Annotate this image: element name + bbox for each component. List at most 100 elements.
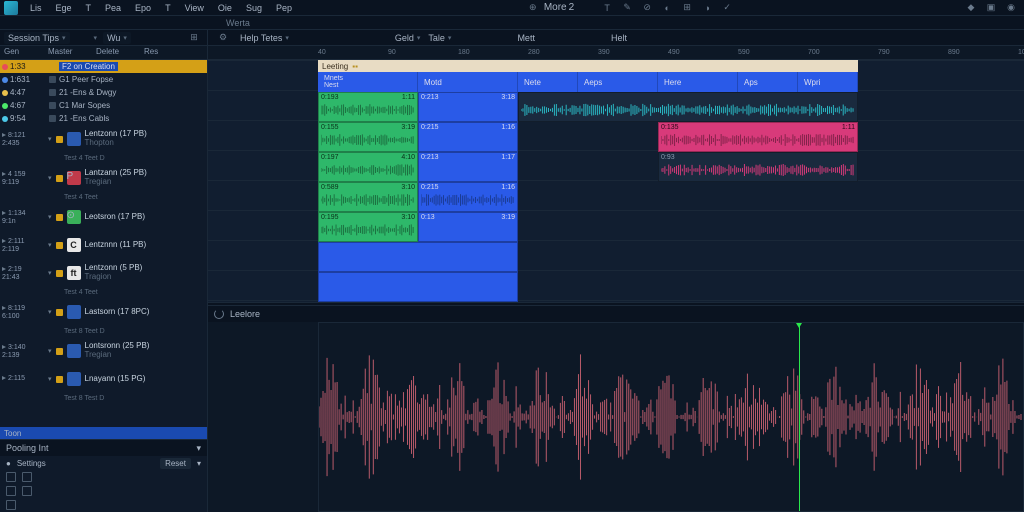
tool-icon-7[interactable]: ✓	[720, 1, 734, 15]
audio-clip[interactable]: 0:2151:16	[418, 182, 518, 212]
playhead[interactable]	[799, 323, 800, 511]
secondary-toolbar: Werta	[0, 16, 1024, 30]
audio-clip[interactable]	[518, 92, 858, 122]
refresh-icon[interactable]	[214, 309, 224, 319]
audio-clip[interactable]: 0:2133:18	[418, 92, 518, 122]
menu-item-5[interactable]: T	[159, 2, 177, 14]
ruler-mark: 700	[808, 49, 820, 56]
layout-icon-5[interactable]	[6, 500, 16, 510]
ruler-mark: 90	[388, 49, 396, 56]
marker-row[interactable]: 1:33F2 on Creation	[0, 60, 207, 73]
nav-dropdown-icon[interactable]: ▾	[94, 34, 98, 42]
audio-clip[interactable]: 0:1553:19	[318, 122, 418, 152]
audio-clip[interactable]	[318, 272, 518, 302]
layout-icon-3[interactable]	[6, 486, 16, 496]
menu-item-0[interactable]: Lis	[24, 2, 48, 14]
audio-clip[interactable]: 0:133:19	[418, 212, 518, 242]
tab-0[interactable]: Werta	[220, 18, 256, 28]
layout-icon-2[interactable]	[22, 472, 32, 482]
marker-row[interactable]: 4:67C1 Mar Sopes	[0, 99, 207, 112]
timeline-ruler[interactable]: 40901802803904905907007908901000	[208, 46, 1024, 60]
track-item[interactable]: 8:1196:100▾Lastsorn (17 8PC)	[0, 298, 207, 326]
settings-label: Settings	[17, 459, 46, 468]
audio-clip[interactable]: 0:2131:17	[418, 152, 518, 182]
menu-item-6[interactable]: View	[179, 2, 210, 14]
track-lane[interactable]	[318, 242, 1024, 272]
col-master[interactable]: Master	[44, 46, 92, 59]
tool-icon-6[interactable]: ◑	[700, 1, 714, 15]
tool-icon-1[interactable]: T	[600, 1, 614, 15]
more-count: 2	[569, 2, 575, 13]
track-lane[interactable]	[318, 272, 1024, 302]
opt-geld[interactable]: Geld▾	[395, 33, 421, 43]
menu-item-8[interactable]: Sug	[240, 2, 268, 14]
reset-button[interactable]: Reset	[160, 458, 191, 469]
track-lane[interactable]: 0:1553:190:2151:16 0:1351:11	[318, 122, 1024, 152]
opt-helt[interactable]: Helt	[611, 33, 627, 43]
main-menubar: Lis Ege T Pea Epo T View Oie Sug Pep ⊕ M…	[0, 0, 1024, 16]
audio-clip[interactable]: 0:5893:10	[318, 182, 418, 212]
help-dropdown[interactable]: Help Tetes▾	[240, 33, 289, 43]
audio-clip[interactable]: 0:1953:10	[318, 212, 418, 242]
region-title[interactable]: Leeting ▪▪	[318, 60, 858, 72]
track-item[interactable]: 4 1599:119▾PLantzann (25 PB)Tregian	[0, 164, 207, 192]
more-icon[interactable]: ⊕	[526, 1, 540, 15]
layout-icon-4[interactable]	[22, 486, 32, 496]
track-item[interactable]: 3:1402:139▾Lontsronn (25 PB)Tregian	[0, 337, 207, 365]
tool-icon-2[interactable]: ✎	[620, 1, 634, 15]
arrange-header: MnetsNest Motd Nete Aeps Here Aps Wpri	[318, 72, 858, 92]
session-dropdown[interactable]: Session Tips▾	[4, 32, 70, 44]
menu-item-1[interactable]: Ege	[50, 2, 78, 14]
opt-mett[interactable]: Mett	[517, 33, 535, 43]
ruler-mark: 490	[668, 49, 680, 56]
layout-icon-1[interactable]	[6, 472, 16, 482]
waveform-editor[interactable]	[318, 322, 1024, 512]
track-lane[interactable]: 0:1953:100:133:19	[318, 212, 1024, 242]
audio-clip[interactable]: 0:93	[658, 152, 858, 182]
col-delete[interactable]: Delete	[92, 46, 140, 59]
gear-icon[interactable]: ⚙	[216, 31, 230, 45]
track-item[interactable]: 2:115▾Lnayann (15 PG)	[0, 365, 207, 393]
marker-row[interactable]: 9:5421 -Ens Cabls	[0, 112, 207, 125]
audio-clip[interactable]: 0:2151:16	[418, 122, 518, 152]
marker-row[interactable]: 4:4721 -Ens & Dwgy	[0, 86, 207, 99]
ruler-mark: 180	[458, 49, 470, 56]
bullet-icon: ●	[6, 459, 11, 468]
pooling-header[interactable]: Pooling Int▾	[0, 440, 207, 456]
menu-item-4[interactable]: Epo	[129, 2, 157, 14]
audio-clip[interactable]	[318, 242, 518, 272]
audio-clip[interactable]: 0:1931:11	[318, 92, 418, 122]
track-item[interactable]: 2:1112:119▾CLentznnn (11 PB)	[0, 231, 207, 259]
filter-icon[interactable]: ⊞	[187, 31, 201, 45]
arrange-view[interactable]: Leeting ▪▪ MnetsNest Motd Nete Aeps Here…	[208, 60, 1024, 302]
ruler-mark: 590	[738, 49, 750, 56]
menu-item-7[interactable]: Oie	[212, 2, 238, 14]
tool-icon-3[interactable]: ⊘	[640, 1, 654, 15]
col-gen[interactable]: Gen	[0, 46, 44, 59]
marker-row[interactable]: 1:631G1 Peer Fopse	[0, 73, 207, 86]
col-res[interactable]: Res	[140, 46, 162, 59]
menu-item-9[interactable]: Pep	[270, 2, 298, 14]
sidebar-bottom: Pooling Int▾ ● Settings Reset ▾	[0, 439, 207, 512]
track-item[interactable]: 2:1921:43▾ftLentzonn (5 PB)Tragion	[0, 259, 207, 287]
tool-icon-5[interactable]: ⊞	[680, 1, 694, 15]
right-icon-1[interactable]: ◆	[964, 1, 978, 15]
wu-dropdown[interactable]: Wu▾	[103, 32, 131, 44]
track-item[interactable]: 8:1212:435▾Lentzonn (17 PB)Thopton	[0, 125, 207, 153]
right-icon-3[interactable]: ◉	[1004, 1, 1018, 15]
ruler-mark: 40	[318, 49, 326, 56]
track-item[interactable]: 1:1349:1n▾⊙Leotsron (17 PB)	[0, 203, 207, 231]
ruler-mark: 280	[528, 49, 540, 56]
audio-clip[interactable]: 0:1974:10	[318, 152, 418, 182]
menu-item-2[interactable]: T	[80, 2, 98, 14]
audio-clip[interactable]: 0:1351:11	[658, 122, 858, 152]
track-lane[interactable]: 0:5893:100:2151:16	[318, 182, 1024, 212]
opt-tale[interactable]: Tale▾	[428, 33, 451, 43]
toon-row[interactable]: Toon	[0, 427, 207, 439]
menu-item-3[interactable]: Pea	[99, 2, 127, 14]
track-lane[interactable]: 0:1974:100:2131:17 0:93	[318, 152, 1024, 182]
ruler-mark: 1000	[1018, 49, 1024, 56]
track-lane[interactable]: 0:1931:110:2133:18	[318, 92, 1024, 122]
tool-icon-4[interactable]: ◐	[660, 1, 674, 15]
right-icon-2[interactable]: ▣	[984, 1, 998, 15]
